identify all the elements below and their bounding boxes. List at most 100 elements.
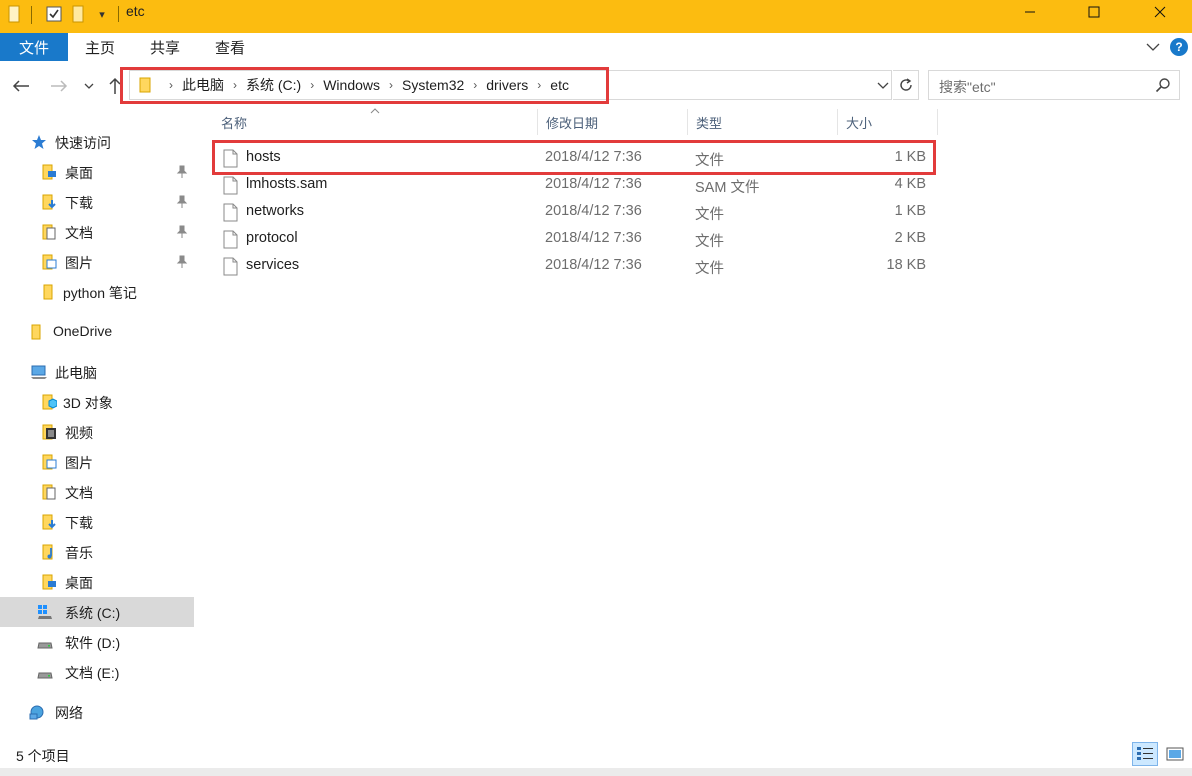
sidebar-item-quick-access[interactable]: 快速访问: [0, 127, 194, 157]
large-icons-view-button[interactable]: [1162, 742, 1188, 766]
back-button[interactable]: [10, 75, 32, 97]
sidebar-item-music[interactable]: 音乐: [0, 537, 194, 567]
pictures-folder-icon: [42, 254, 57, 270]
sidebar-item-software-drive[interactable]: 软件 (D:): [0, 627, 194, 657]
file-row-networks[interactable]: networks 2018/4/12 7:36 文件 1 KB: [216, 199, 936, 226]
sidebar-item-pictures[interactable]: 图片: [0, 247, 194, 277]
large-icons-view-icon: [1166, 747, 1184, 761]
column-divider[interactable]: [537, 109, 538, 135]
column-header-type[interactable]: 类型: [696, 109, 722, 135]
forward-button[interactable]: [48, 75, 70, 97]
file-icon: [223, 257, 238, 276]
sidebar-item-network[interactable]: 网络: [0, 697, 194, 727]
sidebar-item-label: python 笔记: [63, 285, 137, 301]
file-modified: 2018/4/12 7:36: [545, 257, 642, 273]
sidebar-item-system-drive[interactable]: 系统 (C:): [0, 597, 194, 627]
address-history-chevron-icon[interactable]: [875, 77, 891, 93]
pin-icon[interactable]: [176, 225, 188, 239]
sidebar-item-3d-objects[interactable]: 3D 对象: [0, 387, 194, 417]
properties-icon[interactable]: [44, 3, 64, 25]
refresh-icon: [899, 78, 912, 91]
window-title: etc: [126, 3, 145, 19]
refresh-button[interactable]: [893, 70, 919, 100]
tab-share[interactable]: 共享: [145, 33, 185, 61]
pin-icon[interactable]: [176, 165, 188, 179]
file-name: services: [246, 257, 300, 273]
file-modified: 2018/4/12 7:36: [545, 230, 642, 246]
maximize-button[interactable]: [1071, 0, 1117, 24]
column-header-name[interactable]: 名称: [221, 109, 247, 135]
file-type: SAM 文件: [695, 180, 760, 196]
status-bar: 5 个项目: [0, 740, 1192, 768]
title-separator: [118, 6, 119, 22]
sidebar-item-label: 下载: [65, 515, 93, 531]
sidebar-item-label: 快速访问: [55, 135, 111, 151]
documents-folder-icon: [42, 224, 56, 240]
details-view-icon: [1137, 747, 1153, 760]
quick-access-dropdown-icon[interactable]: ▾: [94, 3, 110, 25]
expand-ribbon-icon[interactable]: [1144, 37, 1162, 57]
search-placeholder: 搜索"etc": [939, 79, 996, 95]
file-modified: 2018/4/12 7:36: [545, 203, 642, 219]
file-name: networks: [246, 203, 305, 219]
tab-home[interactable]: 主页: [80, 33, 120, 61]
file-size: 1 KB: [894, 203, 926, 219]
sidebar-item-this-pc[interactable]: 此电脑: [0, 357, 194, 387]
sidebar-item-desktop[interactable]: 桌面: [0, 567, 194, 597]
sidebar-item-label: 图片: [65, 455, 93, 471]
sidebar-item-videos[interactable]: 视频: [0, 417, 194, 447]
file-icon: [223, 230, 238, 249]
help-button[interactable]: ?: [1170, 38, 1188, 56]
file-row-protocol[interactable]: protocol 2018/4/12 7:36 文件 2 KB: [216, 226, 936, 253]
recent-locations-chevron-icon[interactable]: [82, 75, 96, 97]
hosts-row-highlight: [212, 140, 936, 175]
column-header-modified[interactable]: 修改日期: [546, 109, 598, 135]
folder-icon: [31, 324, 41, 340]
tab-view[interactable]: 查看: [210, 33, 250, 61]
pin-icon[interactable]: [176, 195, 188, 209]
sidebar-item-label: 文档: [65, 225, 93, 241]
computer-icon: [31, 365, 47, 379]
sidebar-item-documents-drive[interactable]: 文档 (E:): [0, 657, 194, 687]
file-size: 2 KB: [894, 230, 926, 246]
file-size: 4 KB: [894, 176, 926, 192]
details-view-button[interactable]: [1132, 742, 1158, 766]
sidebar-item-label: 桌面: [65, 165, 93, 181]
sidebar-item-label: 软件 (D:): [65, 635, 121, 651]
file-type: 文件: [695, 234, 724, 250]
column-header-size[interactable]: 大小: [846, 109, 872, 135]
file-row-lmhosts[interactable]: lmhosts.sam 2018/4/12 7:36 SAM 文件 4 KB: [216, 172, 936, 199]
file-row-services[interactable]: services 2018/4/12 7:36 文件 18 KB: [216, 253, 936, 280]
sidebar-item-python-notes[interactable]: python 笔记: [0, 277, 194, 307]
sidebar-item-desktop[interactable]: 桌面: [0, 157, 194, 187]
new-folder-icon[interactable]: [70, 3, 86, 25]
sidebar-item-downloads[interactable]: 下载: [0, 187, 194, 217]
title-bar: ▾ etc: [0, 0, 1192, 33]
sidebar-item-label: 系统 (C:): [65, 605, 121, 621]
file-type: 文件: [695, 207, 724, 223]
sidebar-item-label: 下载: [65, 195, 93, 211]
close-button[interactable]: [1137, 0, 1183, 24]
sidebar-item-documents[interactable]: 文档: [0, 217, 194, 247]
sidebar-item-label: 3D 对象: [63, 395, 113, 411]
sidebar-item-pictures[interactable]: 图片: [0, 447, 194, 477]
sidebar-item-onedrive[interactable]: OneDrive: [0, 317, 194, 347]
sidebar-item-documents[interactable]: 文档: [0, 477, 194, 507]
sidebar-item-downloads[interactable]: 下载: [0, 507, 194, 537]
pin-icon[interactable]: [176, 255, 188, 269]
music-folder-icon: [42, 544, 53, 560]
download-folder-icon: [42, 514, 56, 530]
column-divider[interactable]: [837, 109, 838, 135]
drive-icon: [37, 672, 53, 679]
minimize-button[interactable]: [1007, 0, 1053, 24]
search-icon[interactable]: [1155, 77, 1171, 93]
column-divider[interactable]: [937, 109, 938, 135]
search-input[interactable]: 搜索"etc": [928, 70, 1180, 100]
drive-icon: [37, 642, 53, 649]
ribbon: 文件 主页 共享 查看 ?: [0, 33, 1192, 61]
sidebar-item-label: 视频: [65, 425, 93, 441]
navigation-pane: 快速访问 桌面 下载 文档 图片 python 笔记 OneDrive 此电脑 …: [0, 109, 194, 740]
documents-folder-icon: [42, 484, 56, 500]
column-divider[interactable]: [687, 109, 688, 135]
tab-file[interactable]: 文件: [0, 33, 68, 61]
